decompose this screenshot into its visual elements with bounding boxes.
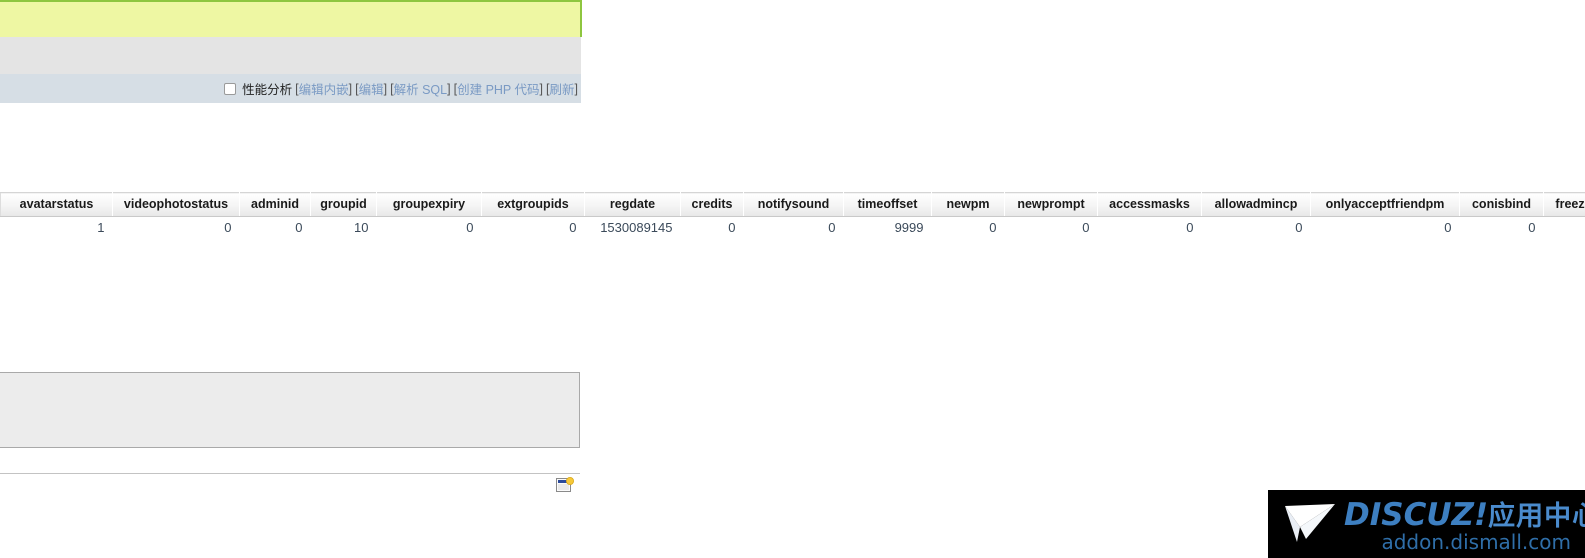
column-header-groupid[interactable]: groupid bbox=[310, 192, 377, 217]
footer-divider bbox=[0, 473, 580, 474]
profiling-checkbox[interactable] bbox=[224, 82, 237, 95]
cell-conisbind: 0 bbox=[1459, 216, 1544, 239]
cell-regdate: 1530089145 bbox=[584, 216, 681, 239]
watermark-brand: DISCUZ!应用中心 bbox=[1344, 494, 1585, 533]
results-table: avatarstatus videophotostatus adminid group… bbox=[0, 192, 1585, 239]
column-header-avatarstatus[interactable]: avatarstatus bbox=[0, 192, 113, 217]
column-header-newpm[interactable]: newpm bbox=[931, 192, 1005, 217]
column-header-onlyacceptfriendpm[interactable]: onlyacceptfriendpm bbox=[1310, 192, 1460, 217]
table-header-row: avatarstatus videophotostatus adminid group… bbox=[0, 192, 1585, 217]
cell-onlyacceptfriendpm: 0 bbox=[1310, 216, 1460, 239]
create-php-code-link[interactable]: 创建 PHP 代码 bbox=[457, 79, 539, 98]
results-table-container: avatarstatus videophotostatus adminid group… bbox=[0, 192, 1585, 239]
cell-avatarstatus: 1 bbox=[0, 216, 113, 239]
cell-groupexpiry: 0 bbox=[376, 216, 482, 239]
column-header-freeze[interactable]: freeze bbox=[1543, 192, 1585, 217]
cell-notifysound: 0 bbox=[743, 216, 844, 239]
bracket-close-refresh: ] bbox=[574, 81, 578, 96]
column-header-accessmasks[interactable]: accessmasks bbox=[1097, 192, 1202, 217]
column-header-allowadmincp[interactable]: allowadmincp bbox=[1201, 192, 1311, 217]
bracket-close-create-php: ] bbox=[539, 81, 544, 96]
sql-editor-textarea[interactable] bbox=[0, 372, 580, 448]
cell-freeze: 0 bbox=[1543, 216, 1585, 239]
results-table-head: avatarstatus videophotostatus adminid group… bbox=[0, 192, 1585, 217]
cell-adminid: 0 bbox=[239, 216, 311, 239]
watermark-url: addon.dismall.com bbox=[1381, 530, 1571, 554]
results-table-body: 100100015300891450099990000000 bbox=[0, 216, 1585, 239]
new-window-icon[interactable] bbox=[556, 477, 574, 493]
column-header-notifysound[interactable]: notifysound bbox=[743, 192, 844, 217]
cell-timeoffset: 9999 bbox=[843, 216, 932, 239]
column-header-groupexpiry[interactable]: groupexpiry bbox=[376, 192, 482, 217]
bracket-close-explain-sql: ] bbox=[447, 81, 451, 96]
cell-extgroupids: 0 bbox=[481, 216, 585, 239]
bracket-close-edit: ] bbox=[383, 81, 388, 96]
table-row: 100100015300891450099990000000 bbox=[0, 216, 1585, 239]
cell-videophotostatus: 0 bbox=[112, 216, 240, 239]
cell-groupid: 10 bbox=[310, 216, 377, 239]
column-header-conisbind[interactable]: conisbind bbox=[1459, 192, 1544, 217]
cell-newprompt: 0 bbox=[1004, 216, 1098, 239]
edit-inline-link[interactable]: 编辑内嵌 bbox=[299, 79, 349, 98]
edit-link[interactable]: 编辑 bbox=[359, 79, 384, 98]
explain-sql-link[interactable]: 解析 SQL bbox=[394, 79, 448, 98]
column-header-adminid[interactable]: adminid bbox=[239, 192, 311, 217]
cell-credits: 0 bbox=[680, 216, 744, 239]
column-header-newprompt[interactable]: newprompt bbox=[1004, 192, 1098, 217]
paper-plane-icon bbox=[1284, 499, 1336, 547]
cell-allowadmincp: 0 bbox=[1201, 216, 1311, 239]
sql-query-highlight-box bbox=[0, 0, 582, 37]
column-header-videophotostatus[interactable]: videophotostatus bbox=[112, 192, 240, 217]
watermark-brand-cn: 应用中心 bbox=[1488, 501, 1585, 532]
cell-accessmasks: 0 bbox=[1097, 216, 1202, 239]
column-header-credits[interactable]: credits bbox=[680, 192, 744, 217]
refresh-link[interactable]: 刷新 bbox=[550, 79, 575, 98]
watermark-brand-text: DISCUZ! bbox=[1344, 497, 1489, 533]
discuz-watermark: DISCUZ!应用中心 addon.dismall.com bbox=[1268, 490, 1585, 558]
column-header-extgroupids[interactable]: extgroupids bbox=[481, 192, 585, 217]
bracket-close-edit-inline: ] bbox=[348, 81, 353, 96]
cell-newpm: 0 bbox=[931, 216, 1005, 239]
query-info-band bbox=[0, 37, 581, 74]
column-header-timeoffset[interactable]: timeoffset bbox=[843, 192, 932, 217]
profiling-label: 性能分析 bbox=[242, 83, 293, 97]
column-header-regdate[interactable]: regdate bbox=[584, 192, 681, 217]
query-result-panel: 性能分析 [编辑内嵌] [ 编辑 ] [ 解析 SQL ] [ 创建 PHP 代… bbox=[0, 0, 582, 103]
query-toolbar: 性能分析 [编辑内嵌] [ 编辑 ] [ 解析 SQL ] [ 创建 PHP 代… bbox=[0, 74, 581, 103]
